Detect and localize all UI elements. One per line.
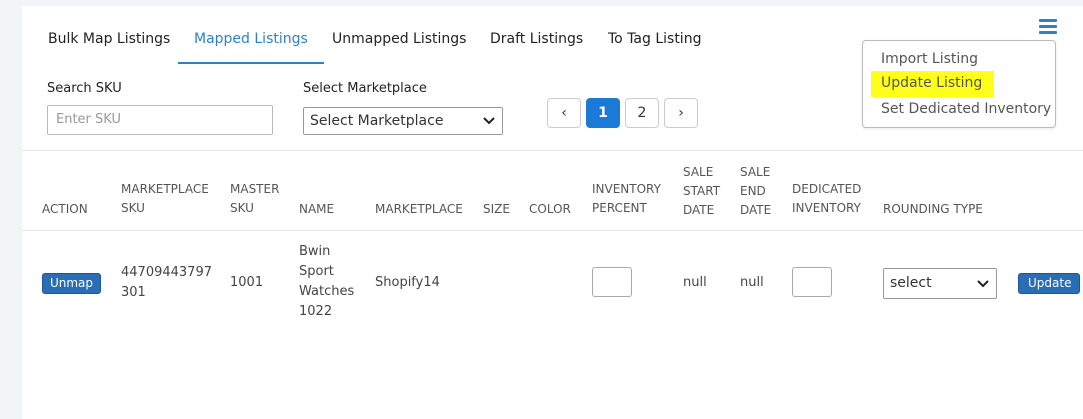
menu-item-import-listing[interactable]: Import Listing — [881, 51, 978, 67]
header-inventory-percent: INVENTORY PERCENT — [592, 182, 661, 215]
dedicated-inventory-input[interactable] — [792, 267, 832, 297]
tab-unmapped-listings[interactable]: Unmapped Listings — [332, 20, 466, 64]
pagination-page-1[interactable]: 1 — [586, 98, 620, 128]
header-name: NAME — [299, 202, 335, 216]
search-sku-input[interactable]: Enter SKU — [47, 105, 273, 135]
rounding-type-select-value: select — [890, 275, 932, 291]
header-color: COLOR — [529, 202, 571, 216]
pagination-next-button[interactable]: › — [664, 98, 698, 128]
header-rounding-type: ROUNDING TYPE — [883, 202, 983, 216]
select-marketplace-label: Select Marketplace — [303, 81, 427, 96]
header-action: ACTION — [42, 202, 88, 216]
rounding-type-select[interactable]: select — [883, 268, 997, 299]
search-sku-label: Search SKU — [47, 81, 122, 96]
header-size: SIZE — [483, 202, 510, 216]
pagination-page-2[interactable]: 2 — [625, 98, 659, 128]
tab-mapped-listings[interactable]: Mapped Listings — [178, 20, 324, 64]
header-dedicated-inventory: DEDICATED INVENTORY — [792, 182, 862, 215]
marketplace-select[interactable]: Select Marketplace — [303, 107, 503, 135]
cell-master-sku: 1001 — [230, 275, 264, 290]
divider — [22, 150, 1083, 151]
hamburger-menu-icon[interactable] — [1039, 19, 1057, 35]
pagination-prev-button[interactable]: ‹ — [547, 98, 581, 128]
update-button[interactable]: Update — [1018, 273, 1080, 294]
menu-item-update-listing[interactable]: Update Listing — [871, 71, 995, 97]
tab-bulk-map-listings[interactable]: Bulk Map Listings — [48, 20, 170, 64]
actions-dropdown-menu: Import Listing Update Listing Set Dedica… — [862, 40, 1056, 128]
cell-marketplace-sku: 44709443797 301 — [121, 265, 212, 300]
divider — [22, 230, 1083, 231]
tab-draft-listings[interactable]: Draft Listings — [490, 20, 583, 64]
menu-item-set-dedicated-inventory[interactable]: Set Dedicated Inventory — [881, 101, 1051, 117]
unmap-button[interactable]: Unmap — [42, 273, 101, 294]
marketplace-select-value: Select Marketplace — [310, 113, 444, 129]
inventory-percent-input[interactable] — [592, 267, 632, 297]
header-sale-end-date: SALE END DATE — [740, 165, 772, 217]
chevron-down-icon — [483, 117, 495, 125]
chevron-down-icon — [977, 280, 989, 288]
cell-sale-start-date: null — [683, 275, 707, 290]
cell-marketplace: Shopify14 — [375, 275, 440, 290]
header-master-sku: MASTER SKU — [230, 182, 280, 215]
cell-sale-end-date: null — [740, 275, 764, 290]
header-marketplace: MARKETPLACE — [375, 202, 463, 216]
header-sale-start-date: SALE START DATE — [683, 165, 721, 217]
header-marketplace-sku: MARKETPLACE SKU — [121, 182, 209, 215]
listings-panel: Bulk Map Listings Mapped Listings Unmapp… — [22, 6, 1083, 419]
tab-to-tag-listing[interactable]: To Tag Listing — [608, 20, 701, 64]
cell-name: Bwin Sport Watches 1022 — [299, 244, 355, 319]
